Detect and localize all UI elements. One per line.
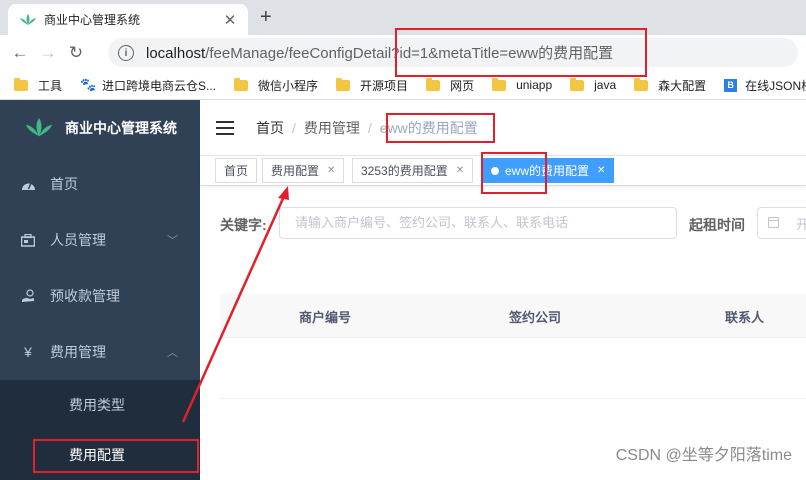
watermark: CSDN @坐等夕阳落time bbox=[615, 447, 792, 464]
annotation-arrow bbox=[181, 186, 289, 423]
